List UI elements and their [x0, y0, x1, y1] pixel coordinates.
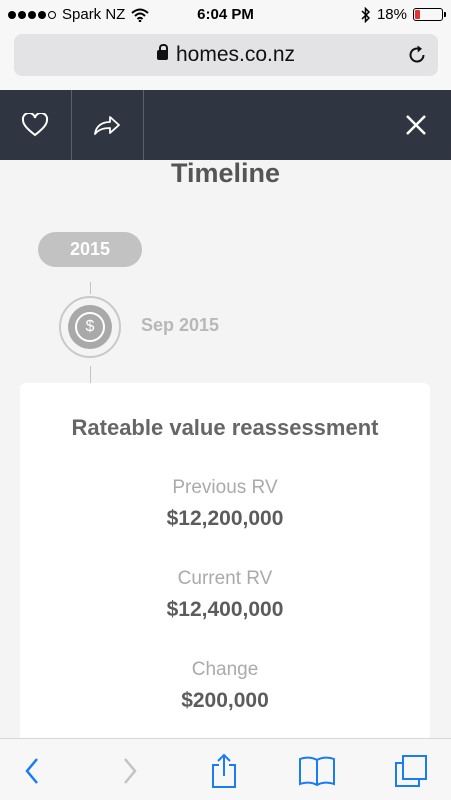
bookmarks-button[interactable] — [297, 751, 337, 791]
previous-rv-value: $12,200,000 — [166, 507, 284, 530]
lock-icon — [156, 44, 168, 60]
reload-icon[interactable] — [406, 44, 428, 66]
bookmarks-icon — [299, 756, 335, 787]
status-right: 18% — [361, 6, 446, 23]
heart-icon — [21, 113, 49, 137]
tabs-button[interactable] — [391, 751, 431, 791]
share-listing-button[interactable] — [72, 90, 142, 160]
event-card: Rateable value reassessment Previous RV … — [20, 383, 430, 743]
share-button[interactable] — [204, 751, 244, 791]
back-button[interactable] — [12, 751, 52, 791]
forward-button[interactable] — [110, 751, 150, 791]
browser-address-area: homes.co.nz — [0, 30, 451, 90]
battery-level-fill — [415, 10, 421, 19]
favourite-button[interactable] — [0, 90, 70, 160]
close-icon — [406, 115, 426, 135]
url-display: homes.co.nz — [14, 43, 438, 67]
back-icon — [25, 758, 38, 784]
current-rv-value: $12,400,000 — [166, 598, 284, 621]
event-date: Sep 2015 — [141, 315, 220, 335]
header-divider — [143, 90, 144, 160]
event-marker-inner: $ — [68, 305, 112, 349]
battery-percent: 18% — [376, 6, 407, 23]
change-label: Change — [191, 659, 259, 680]
battery-icon — [413, 8, 446, 21]
previous-rv-label: Previous RV — [172, 477, 278, 498]
forward-icon — [124, 758, 137, 784]
url-text: homes.co.nz — [175, 43, 296, 66]
status-bar: Spark NZ 6:04 PM 18% — [0, 0, 451, 30]
timeline-title: Timeline — [170, 158, 281, 188]
share-icon — [212, 753, 236, 788]
share-icon — [94, 116, 120, 135]
tabs-icon — [395, 755, 427, 787]
event-marker: $ — [59, 296, 121, 358]
year-badge: 2015 — [38, 232, 142, 267]
current-rv-label: Current RV — [177, 568, 273, 589]
listing-header — [0, 90, 451, 160]
timeline-connector — [90, 366, 91, 383]
close-button[interactable] — [381, 90, 451, 160]
change-value: $200,000 — [181, 689, 269, 712]
timeline-connector — [90, 282, 91, 294]
bluetooth-icon — [361, 6, 371, 23]
event-card-title: Rateable value reassessment — [71, 415, 379, 440]
dollar-coin-icon: $ — [75, 312, 105, 342]
address-bar[interactable]: homes.co.nz — [14, 34, 438, 76]
browser-toolbar — [0, 738, 451, 800]
